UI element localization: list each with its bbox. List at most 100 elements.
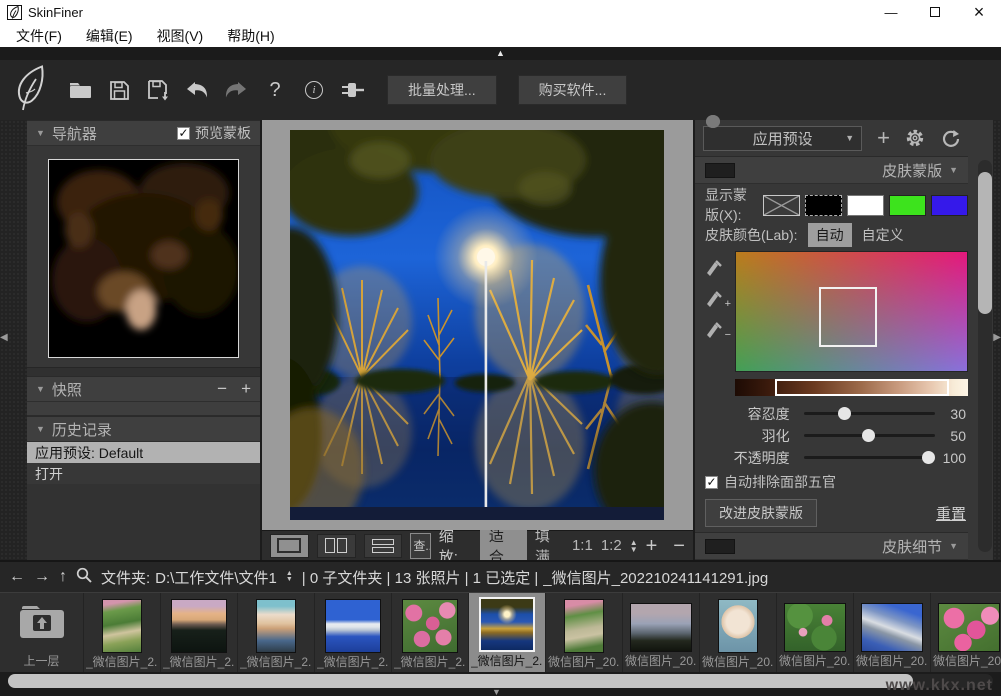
filmstrip-item[interactable]: 微信图片_20... xyxy=(546,593,623,672)
filmstrip-up-folder[interactable]: 上一层 xyxy=(0,593,84,672)
preview-mask-checkbox[interactable]: ✓ xyxy=(177,127,190,140)
plugin-icon[interactable] xyxy=(340,75,366,105)
photo-thumbnail[interactable] xyxy=(564,599,604,653)
eyedropper-add-icon[interactable]: + xyxy=(705,286,729,308)
search-icon[interactable] xyxy=(76,567,92,588)
buy-software-button[interactable]: 购买软件... xyxy=(518,75,628,105)
mask-swatch-none[interactable] xyxy=(763,195,800,216)
image-canvas[interactable] xyxy=(262,120,693,530)
back-icon[interactable]: ← xyxy=(9,568,25,586)
zoom-ratio-value[interactable]: 1:2 xyxy=(601,537,622,554)
auto-mode-button[interactable]: 自动 xyxy=(808,223,852,247)
filmstrip-item[interactable]: _微信图片_2... xyxy=(392,593,469,672)
filmstrip-item[interactable]: 微信图片_20... xyxy=(931,593,1001,672)
history-header[interactable]: ▼ 历史记录 xyxy=(27,416,260,442)
filmstrip-item[interactable]: _微信图片_2... xyxy=(238,593,315,672)
photo-thumbnail[interactable] xyxy=(630,603,692,652)
menu-view[interactable]: 视图(V) xyxy=(145,24,216,47)
navigator-header[interactable]: ▼ 导航器 ✓ 预览蒙板 xyxy=(27,120,260,146)
photo-thumbnail[interactable] xyxy=(861,603,923,652)
improve-skin-mask-button[interactable]: 改进皮肤蒙版 xyxy=(705,499,817,527)
filmstrip-item[interactable]: 微信图片_20... xyxy=(700,593,777,672)
slider-knob[interactable] xyxy=(862,429,875,442)
right-scrollbar-thumb[interactable] xyxy=(978,172,992,314)
photo-thumbnail[interactable] xyxy=(479,597,535,652)
photo-thumbnail[interactable] xyxy=(402,599,458,653)
menu-edit[interactable]: 编辑(E) xyxy=(74,24,145,47)
history-item-open[interactable]: 打开 xyxy=(27,463,260,484)
menu-help[interactable]: 帮助(H) xyxy=(215,24,286,47)
filmstrip-item[interactable]: _微信图片_2... xyxy=(84,593,161,672)
compare-button[interactable]: 查.. xyxy=(410,533,430,559)
close-button[interactable]: × xyxy=(957,0,1001,24)
info-icon[interactable]: i xyxy=(301,75,327,105)
single-view-button[interactable] xyxy=(270,534,309,558)
tolerance-slider[interactable] xyxy=(804,412,936,415)
skin-mask-toggle[interactable] xyxy=(705,163,735,178)
eyedropper-remove-icon[interactable]: − xyxy=(705,317,729,339)
mask-swatch-green[interactable] xyxy=(889,195,926,216)
eyedropper-icon[interactable] xyxy=(705,255,729,277)
refresh-presets-icon[interactable] xyxy=(940,128,960,148)
filmstrip-item[interactable]: 微信图片_20... xyxy=(623,593,700,672)
feather-slider[interactable] xyxy=(804,434,936,437)
history-item-apply-preset[interactable]: 应用预设: Default xyxy=(27,442,260,463)
preset-settings-gear-icon[interactable] xyxy=(905,128,925,148)
folder-spinner-icon[interactable]: ▲▼ xyxy=(286,571,293,583)
filmstrip-item[interactable]: 微信图片_20... xyxy=(854,593,931,672)
toolbar-collapse-strip[interactable]: ▲ xyxy=(0,47,1001,60)
main-photo[interactable] xyxy=(290,130,664,520)
reset-link[interactable]: 重置 xyxy=(936,503,966,524)
zoom-1to1-button[interactable]: 1:1 xyxy=(572,537,593,554)
snapshot-list[interactable] xyxy=(27,402,260,416)
undo-icon[interactable] xyxy=(184,75,210,105)
mask-swatch-white[interactable] xyxy=(847,195,884,216)
photo-thumbnail[interactable] xyxy=(718,599,758,653)
up-folder-icon[interactable]: ↑ xyxy=(59,568,67,586)
filmstrip-scrollbar-thumb[interactable] xyxy=(8,674,913,688)
zoom-ratio-stepper[interactable]: ▲▼ xyxy=(630,539,638,553)
right-panel-splitter[interactable]: ▶ xyxy=(993,120,1001,560)
skin-detail-header[interactable]: 皮肤细节 ▼ xyxy=(695,532,968,560)
luminance-range-box[interactable] xyxy=(775,379,950,396)
luminance-gradient-bar[interactable] xyxy=(735,379,968,396)
help-icon[interactable]: ? xyxy=(262,75,288,105)
navigator-thumbnail[interactable] xyxy=(48,159,239,358)
mask-swatch-black[interactable] xyxy=(805,195,842,216)
slider-knob[interactable] xyxy=(922,451,935,464)
filmstrip-item[interactable]: _微信图片_2... xyxy=(315,593,392,672)
add-preset-button[interactable]: + xyxy=(877,128,890,148)
forward-icon[interactable]: → xyxy=(34,568,50,586)
split-vertical-view-button[interactable] xyxy=(317,534,356,558)
split-horizontal-view-button[interactable] xyxy=(364,534,403,558)
photo-thumbnail[interactable] xyxy=(938,603,1000,652)
maximize-button[interactable] xyxy=(913,0,957,24)
snapshot-remove-button[interactable]: − xyxy=(217,379,227,399)
mask-swatch-blue[interactable] xyxy=(931,195,968,216)
folder-path[interactable]: D:\工作文件\文件1 xyxy=(155,567,277,588)
opacity-slider[interactable] xyxy=(804,456,936,459)
color-selection-box[interactable] xyxy=(819,287,877,348)
zoom-in-button[interactable]: + xyxy=(646,537,658,555)
snapshot-header[interactable]: ▼ 快照 − + xyxy=(27,376,260,402)
batch-process-button[interactable]: 批量处理... xyxy=(387,75,497,105)
custom-mode-button[interactable]: 自定义 xyxy=(862,225,904,245)
photo-thumbnail[interactable] xyxy=(102,599,142,653)
exclude-face-checkbox[interactable]: ✓ xyxy=(705,476,718,489)
menu-file[interactable]: 文件(F) xyxy=(4,24,74,47)
minimize-button[interactable]: — xyxy=(869,0,913,24)
redo-icon[interactable] xyxy=(223,75,249,105)
filmstrip-item-selected[interactable]: _微信图片_2... xyxy=(469,593,546,672)
filmstrip-item[interactable]: 微信图片_20... xyxy=(777,593,854,672)
filmstrip-item[interactable]: _微信图片_2... xyxy=(161,593,238,672)
apply-preset-dropdown[interactable]: 应用预设 ▼ xyxy=(703,126,862,151)
skin-mask-header[interactable]: 皮肤蒙版 ▼ xyxy=(695,156,968,184)
skin-color-field[interactable] xyxy=(735,251,968,372)
photo-thumbnail[interactable] xyxy=(171,599,227,653)
collapse-down-icon[interactable]: ▼ xyxy=(492,688,501,696)
photo-thumbnail[interactable] xyxy=(784,603,846,652)
save-icon[interactable] xyxy=(106,75,132,105)
open-folder-icon[interactable] xyxy=(67,75,93,105)
left-panel-splitter[interactable]: ◀ xyxy=(0,120,27,560)
zoom-out-button[interactable]: − xyxy=(673,537,685,555)
